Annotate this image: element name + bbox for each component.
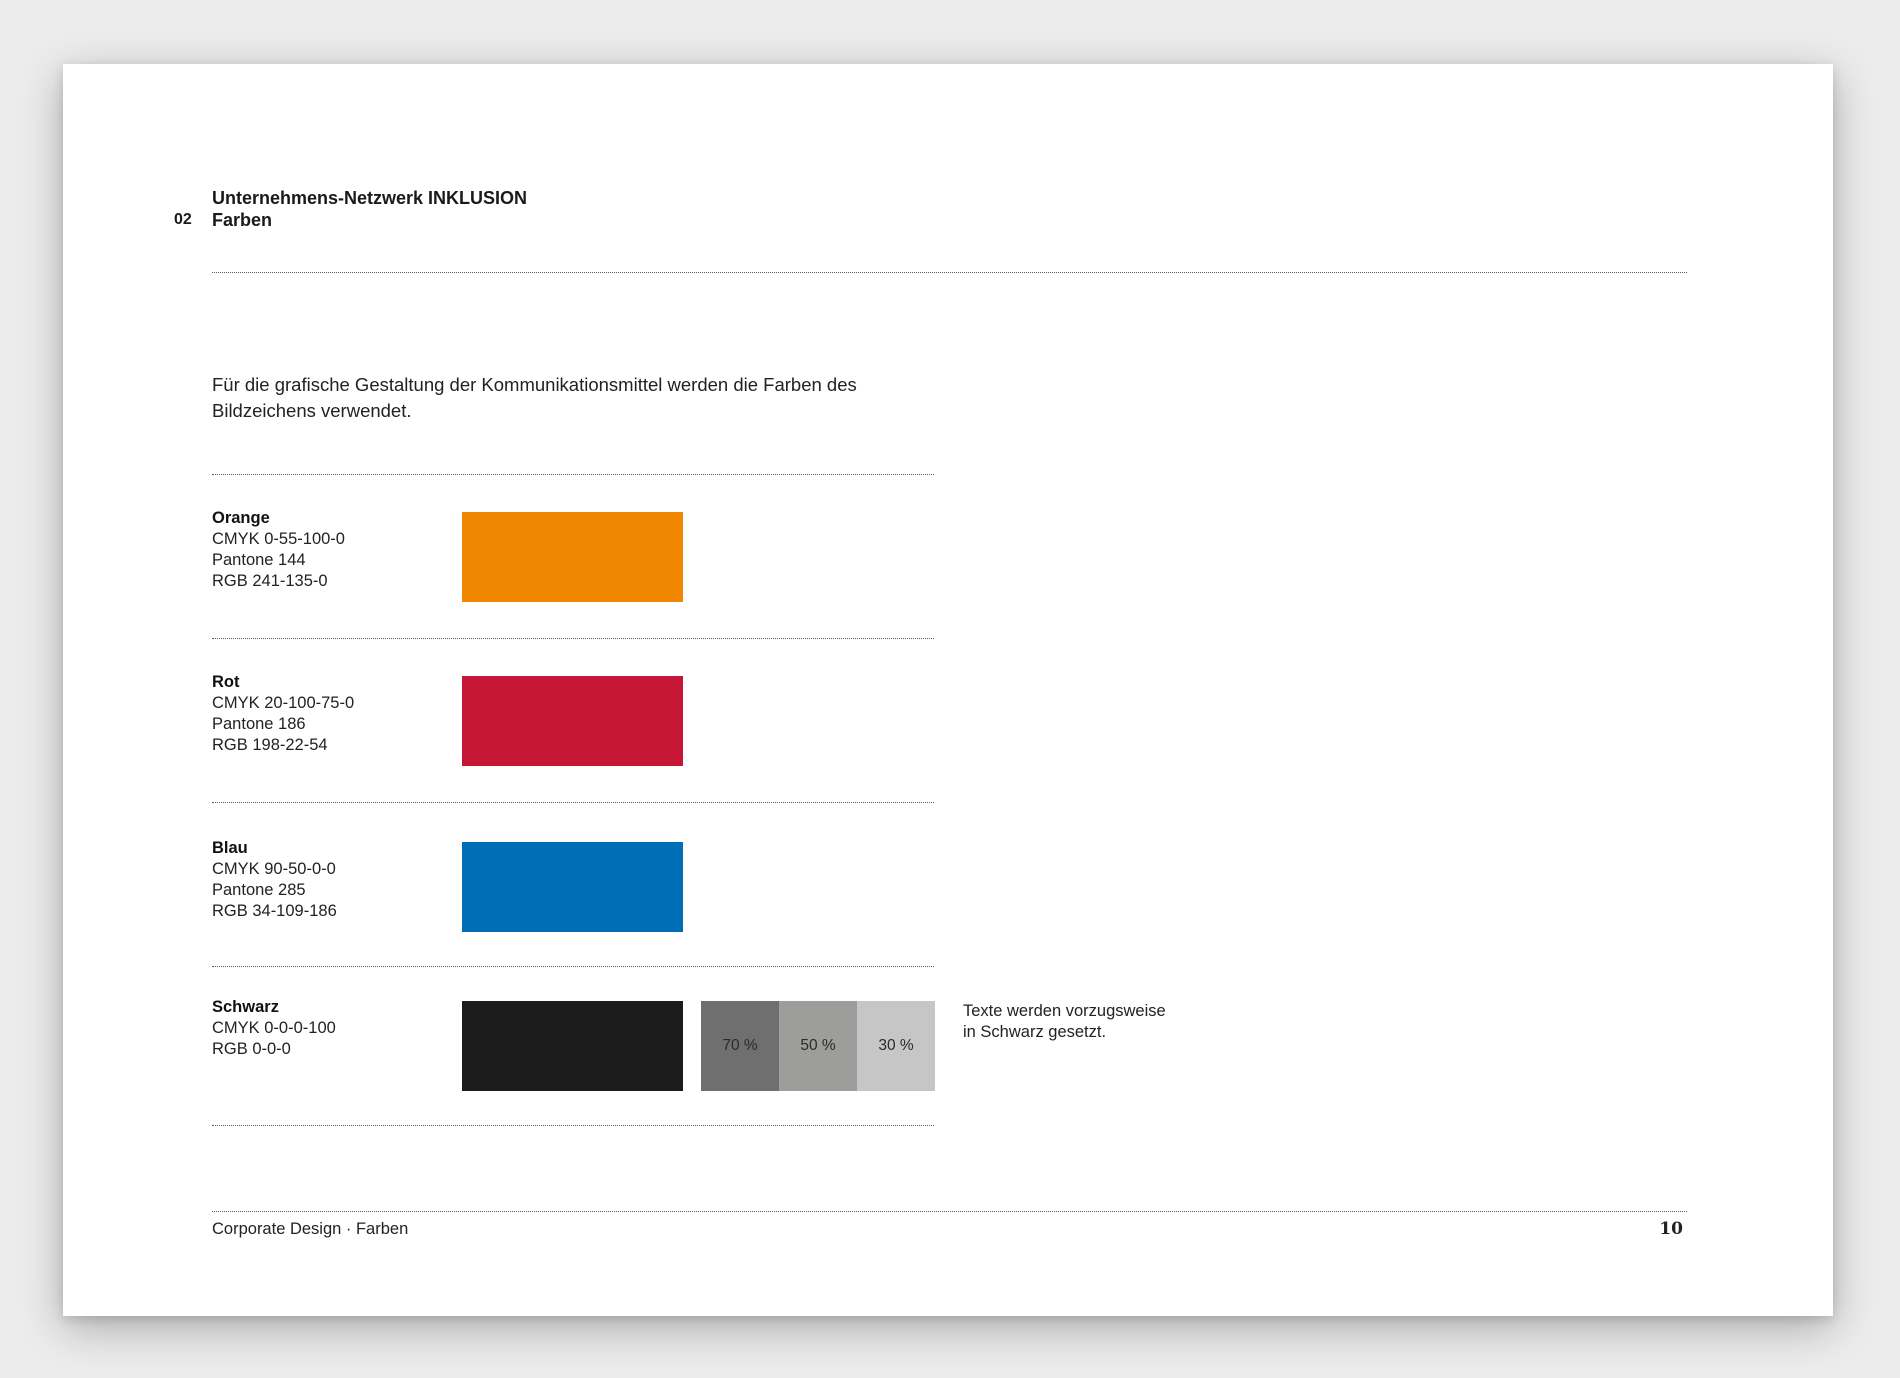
- color-pantone: Pantone 144: [212, 551, 306, 569]
- tint-30-swatch: 30 %: [857, 1001, 935, 1091]
- color-cmyk: CMYK 0-0-0-100: [212, 1019, 336, 1037]
- color-name: Blau: [212, 839, 248, 857]
- color-pantone: Pantone 186: [212, 715, 306, 733]
- note-line: in Schwarz gesetzt.: [963, 1023, 1107, 1041]
- color-name: Orange: [212, 509, 270, 527]
- note-line: Texte werden vorzugsweise: [963, 1002, 1166, 1020]
- swatch-rot: [462, 676, 683, 766]
- document-title: Unternehmens-Netzwerk INKLUSION: [212, 188, 528, 208]
- page-number: 10: [1659, 1219, 1683, 1239]
- color-info-orange: Orange CMYK 0-55-100-0 Pantone 144 RGB 2…: [212, 508, 345, 592]
- color-info-schwarz: Schwarz CMYK 0-0-0-100 RGB 0-0-0: [212, 997, 336, 1060]
- header-divider: [212, 272, 1687, 273]
- footer-divider: [212, 1211, 1687, 1212]
- swatch-orange: [462, 512, 683, 602]
- black-usage-note: Texte werden vorzugsweise in Schwarz ges…: [963, 1001, 1166, 1043]
- color-name: Rot: [212, 673, 240, 691]
- color-cmyk: CMYK 0-55-100-0: [212, 530, 345, 548]
- intro-text: Für die grafische Gestaltung der Kommuni…: [212, 374, 857, 421]
- swatch-blau: [462, 842, 683, 932]
- color-pantone: Pantone 285: [212, 881, 306, 899]
- color-info-rot: Rot CMYK 20-100-75-0 Pantone 186 RGB 198…: [212, 672, 354, 756]
- tint-70-swatch: 70 %: [701, 1001, 779, 1091]
- color-rgb: RGB 0-0-0: [212, 1040, 291, 1058]
- section-divider: [212, 474, 934, 475]
- chapter-number: 02: [174, 211, 192, 228]
- row-divider: [212, 966, 934, 967]
- row-divider: [212, 638, 934, 639]
- swatch-schwarz: [462, 1001, 683, 1091]
- color-rgb: RGB 34-109-186: [212, 902, 337, 920]
- footer-label: Corporate Design · Farben: [212, 1220, 409, 1238]
- document-page: Unternehmens-Netzwerk INKLUSION 02 Farbe…: [63, 64, 1833, 1316]
- color-name: Schwarz: [212, 998, 279, 1016]
- tint-50-swatch: 50 %: [779, 1001, 857, 1091]
- chapter-title: Farben: [212, 210, 273, 230]
- row-divider: [212, 802, 934, 803]
- tint-label: 70 %: [722, 1037, 758, 1054]
- color-rgb: RGB 198-22-54: [212, 736, 328, 754]
- color-info-blau: Blau CMYK 90-50-0-0 Pantone 285 RGB 34-1…: [212, 838, 337, 922]
- tint-label: 30 %: [878, 1037, 914, 1054]
- section-divider: [212, 1125, 934, 1126]
- color-rgb: RGB 241-135-0: [212, 572, 328, 590]
- color-cmyk: CMYK 90-50-0-0: [212, 860, 336, 878]
- tint-label: 50 %: [800, 1037, 836, 1054]
- color-cmyk: CMYK 20-100-75-0: [212, 694, 355, 712]
